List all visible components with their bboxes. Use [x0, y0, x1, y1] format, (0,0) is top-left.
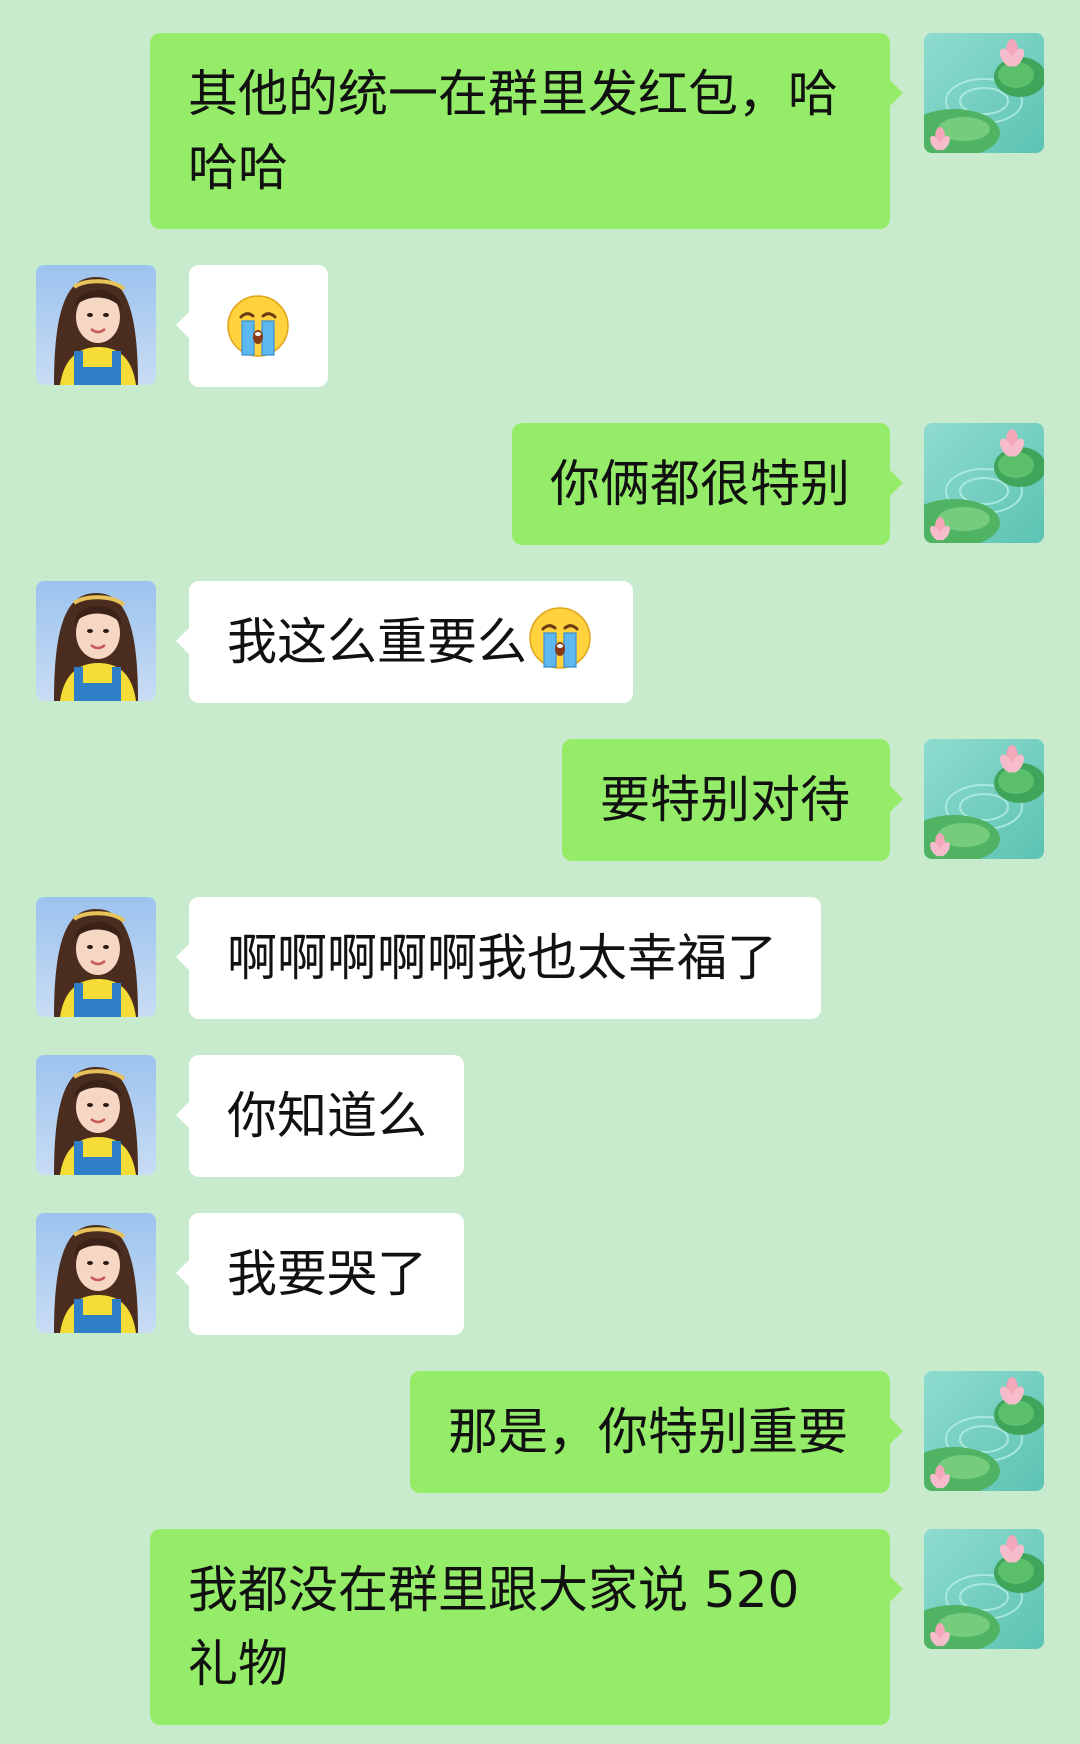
loudly-crying-face-icon [527, 605, 593, 671]
message-text: 那是，你特别重要 [448, 1403, 848, 1461]
message-text: 我要哭了 [227, 1245, 427, 1303]
message-bubble[interactable]: 其他的统一在群里发红包，哈哈哈 [150, 33, 903, 229]
message-text: 要特别对待 [600, 771, 850, 829]
message-text: 我都没在群里跟大家说 520 礼物 [188, 1561, 800, 1693]
contact-avatar-icon[interactable] [36, 581, 156, 701]
message-bubble[interactable]: 你知道么 [176, 1055, 464, 1177]
message-bubble[interactable]: 那是，你特别重要 [410, 1371, 903, 1493]
contact-avatar-icon[interactable] [36, 265, 156, 385]
chat-message-list: 其他的统一在群里发红包，哈哈哈 你俩都很特别 我这么重要么 要特别对待 啊啊啊啊… [0, 0, 1080, 1744]
my-avatar-icon[interactable] [924, 423, 1044, 543]
my-avatar-icon[interactable] [924, 1529, 1044, 1649]
message-text: 你俩都很特别 [550, 455, 850, 513]
message-text: 我这么重要么 [227, 613, 527, 671]
message-text: 你知道么 [227, 1087, 427, 1145]
contact-avatar-icon[interactable] [36, 1213, 156, 1333]
message-text: 其他的统一在群里发红包，哈哈哈 [188, 65, 838, 197]
message-bubble[interactable]: 你俩都很特别 [512, 423, 903, 545]
message-bubble[interactable]: 我都没在群里跟大家说 520 礼物 [150, 1529, 903, 1725]
contact-avatar-icon[interactable] [36, 897, 156, 1017]
contact-avatar-icon[interactable] [36, 1055, 156, 1175]
message-bubble[interactable]: 我要哭了 [176, 1213, 464, 1335]
message-bubble[interactable] [176, 265, 328, 387]
message-bubble[interactable]: 我这么重要么 [176, 581, 633, 703]
my-avatar-icon[interactable] [924, 1371, 1044, 1491]
message-text: 啊啊啊啊啊我也太幸福了 [227, 929, 777, 987]
message-bubble[interactable]: 啊啊啊啊啊我也太幸福了 [176, 897, 821, 1019]
my-avatar-icon[interactable] [924, 33, 1044, 153]
my-avatar-icon[interactable] [924, 739, 1044, 859]
message-bubble[interactable]: 要特别对待 [562, 739, 903, 861]
loudly-crying-face-icon [225, 293, 291, 359]
